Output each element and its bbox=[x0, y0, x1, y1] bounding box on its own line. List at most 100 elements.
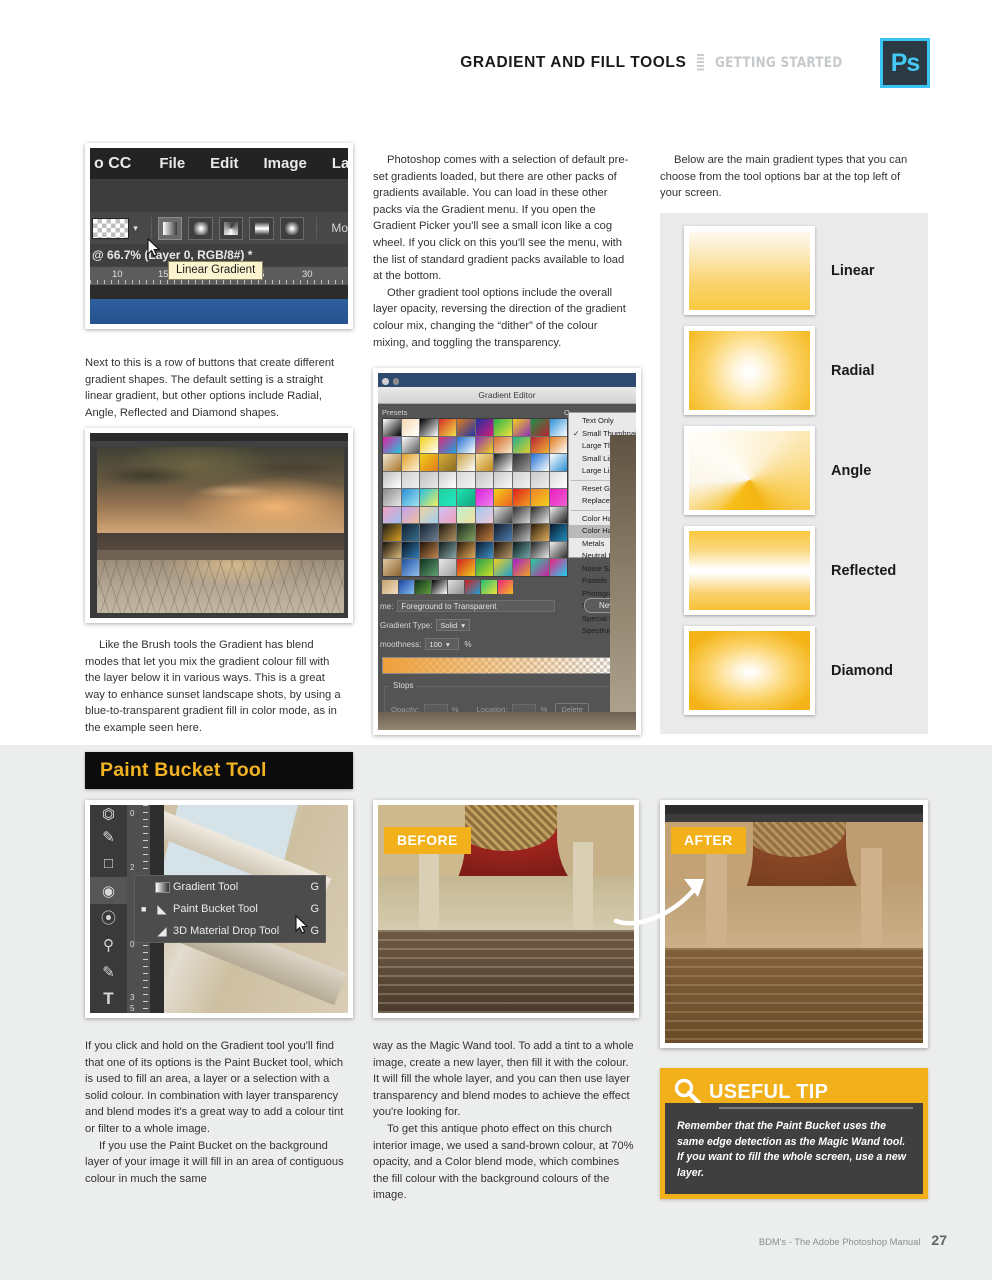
gradient-presets-grid[interactable] bbox=[382, 418, 568, 577]
gradient-preset-swatch[interactable] bbox=[383, 541, 401, 559]
gradient-preset-swatch[interactable] bbox=[457, 559, 475, 576]
gradient-preset-swatch[interactable] bbox=[494, 471, 512, 489]
gradient-preset-swatch[interactable] bbox=[475, 419, 493, 436]
gradient-preset-swatch[interactable] bbox=[494, 506, 512, 524]
gradient-preset-swatch[interactable] bbox=[464, 580, 480, 594]
gradient-preset-swatch[interactable] bbox=[457, 436, 475, 454]
gradient-preset-swatch[interactable] bbox=[531, 559, 549, 576]
gradient-preset-swatch[interactable] bbox=[438, 559, 456, 576]
gradient-preset-swatch[interactable] bbox=[457, 506, 475, 524]
gradient-preset-swatch[interactable] bbox=[549, 436, 567, 454]
gradient-preset-swatch[interactable] bbox=[512, 436, 530, 454]
gradient-preset-swatch[interactable] bbox=[475, 489, 493, 506]
gradient-preset-swatch[interactable] bbox=[420, 559, 438, 576]
gradient-preset-swatch[interactable] bbox=[383, 454, 401, 471]
menu-item-text-only[interactable]: Text Only bbox=[569, 415, 636, 428]
gradient-preset-swatch[interactable] bbox=[531, 436, 549, 454]
dodge-tool-icon[interactable]: ⚲ bbox=[90, 931, 127, 958]
gradient-tool-flyout-menu[interactable]: Gradient Tool G ■ ◣ Paint Bucket Tool G … bbox=[134, 875, 326, 943]
gradient-preset-swatch[interactable] bbox=[383, 524, 401, 541]
gradient-preset-swatch[interactable] bbox=[494, 436, 512, 454]
gradient-preview-swatch[interactable] bbox=[92, 217, 130, 239]
crop-tool-icon[interactable]: ⏣ bbox=[90, 805, 127, 823]
gradient-preset-swatch[interactable] bbox=[401, 559, 419, 576]
gradient-preset-swatch[interactable] bbox=[475, 506, 493, 524]
gradient-preset-swatch[interactable] bbox=[401, 419, 419, 436]
gradient-preset-swatch[interactable] bbox=[438, 524, 456, 541]
gradient-preset-swatch[interactable] bbox=[382, 580, 398, 594]
diamond-gradient-button[interactable] bbox=[279, 216, 305, 240]
gradient-preset-swatch[interactable] bbox=[420, 419, 438, 436]
gradient-preset-swatch[interactable] bbox=[512, 471, 530, 489]
gradient-preset-swatch[interactable] bbox=[401, 454, 419, 471]
gradient-preset-swatch[interactable] bbox=[531, 524, 549, 541]
gradient-preset-swatch[interactable] bbox=[438, 489, 456, 506]
gradient-preset-swatch[interactable] bbox=[438, 506, 456, 524]
gradient-preset-swatch[interactable] bbox=[438, 541, 456, 559]
gradient-preset-swatch[interactable] bbox=[431, 580, 447, 594]
gradient-preset-swatch[interactable] bbox=[512, 541, 530, 559]
gradient-preset-swatch[interactable] bbox=[438, 436, 456, 454]
gradient-preset-swatch[interactable] bbox=[512, 454, 530, 471]
eraser-tool-icon[interactable]: □ bbox=[90, 850, 127, 877]
gradient-preset-swatch[interactable] bbox=[457, 524, 475, 541]
gradient-preset-swatch[interactable] bbox=[415, 580, 431, 594]
gradient-preset-swatch[interactable] bbox=[549, 524, 567, 541]
angle-gradient-button[interactable] bbox=[218, 216, 244, 240]
gradient-preset-swatch[interactable] bbox=[420, 471, 438, 489]
gradient-preset-swatch[interactable] bbox=[401, 436, 419, 454]
gradient-name-input[interactable]: Foreground to Transparent bbox=[397, 600, 556, 612]
gradient-preset-swatch[interactable] bbox=[512, 524, 530, 541]
gradient-preset-swatch[interactable] bbox=[401, 541, 419, 559]
gradient-preset-swatch[interactable] bbox=[475, 559, 493, 576]
gradient-preset-swatch[interactable] bbox=[549, 506, 567, 524]
gradient-preset-swatch[interactable] bbox=[549, 454, 567, 471]
gradient-preset-swatch[interactable] bbox=[512, 489, 530, 506]
gradient-preset-swatch[interactable] bbox=[512, 559, 530, 576]
gradient-preset-swatch[interactable] bbox=[481, 580, 497, 594]
gradient-preset-swatch[interactable] bbox=[383, 559, 401, 576]
gradient-preset-swatch[interactable] bbox=[420, 489, 438, 506]
gradient-preset-swatch[interactable] bbox=[420, 541, 438, 559]
gradient-preset-swatch[interactable] bbox=[438, 471, 456, 489]
gradient-preset-swatch[interactable] bbox=[549, 489, 567, 506]
gradient-preset-swatch[interactable] bbox=[494, 454, 512, 471]
menu-item-cc[interactable]: o CC bbox=[94, 155, 131, 173]
pen-tool-icon[interactable]: ✎ bbox=[90, 958, 127, 985]
gradient-preset-swatch[interactable] bbox=[549, 471, 567, 489]
gradient-preset-swatch[interactable] bbox=[383, 436, 401, 454]
gradient-preset-swatch[interactable] bbox=[475, 471, 493, 489]
gradient-preset-swatch[interactable] bbox=[549, 559, 567, 576]
gradient-preset-swatch[interactable] bbox=[475, 541, 493, 559]
gradient-preset-swatch[interactable] bbox=[383, 489, 401, 506]
chevron-down-icon[interactable]: ▾ bbox=[133, 223, 138, 234]
menu-item-edit[interactable]: Edit bbox=[210, 155, 238, 172]
smoothness-input[interactable]: 100 ▾ bbox=[425, 638, 460, 650]
type-tool-icon[interactable]: T bbox=[90, 985, 127, 1012]
gradient-preset-swatch[interactable] bbox=[494, 541, 512, 559]
gradient-preset-swatch[interactable] bbox=[438, 454, 456, 471]
gradient-preset-swatch[interactable] bbox=[494, 489, 512, 506]
gradient-preset-swatch[interactable] bbox=[512, 419, 530, 436]
radial-gradient-button[interactable] bbox=[188, 216, 213, 240]
gradient-presets-extra-row[interactable] bbox=[382, 580, 513, 594]
gradient-preset-swatch[interactable] bbox=[457, 541, 475, 559]
gradient-preset-swatch[interactable] bbox=[531, 419, 549, 436]
blur-tool-icon[interactable]: ⦿ bbox=[90, 904, 127, 931]
gradient-preset-swatch[interactable] bbox=[383, 419, 401, 436]
window-controls[interactable] bbox=[382, 378, 399, 385]
gradient-preset-swatch[interactable] bbox=[497, 580, 513, 594]
menu-item-file[interactable]: File bbox=[159, 155, 185, 172]
gradient-preset-swatch[interactable] bbox=[401, 471, 419, 489]
gradient-preset-swatch[interactable] bbox=[457, 419, 475, 436]
gradient-tool-icon[interactable]: ◉ bbox=[90, 877, 127, 904]
brush-tool-icon[interactable]: ✎ bbox=[90, 823, 127, 850]
gradient-preset-swatch[interactable] bbox=[420, 436, 438, 454]
gradient-preset-swatch[interactable] bbox=[401, 506, 419, 524]
gradient-preset-swatch[interactable] bbox=[531, 489, 549, 506]
gradient-preset-swatch[interactable] bbox=[383, 471, 401, 489]
gradient-preset-swatch[interactable] bbox=[438, 419, 456, 436]
gradient-preset-swatch[interactable] bbox=[494, 559, 512, 576]
gradient-preset-swatch[interactable] bbox=[531, 506, 549, 524]
gradient-preset-swatch[interactable] bbox=[512, 506, 530, 524]
